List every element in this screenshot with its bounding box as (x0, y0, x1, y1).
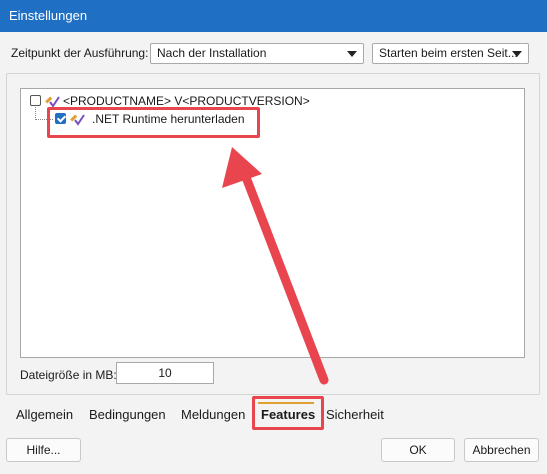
filesize-label: Dateigröße in MB: (20, 368, 117, 382)
execution-time-label: Zeitpunkt der Ausführung: (11, 46, 149, 60)
tab-sicherheit[interactable]: Sicherheit (326, 407, 384, 422)
tab-bedingungen[interactable]: Bedingungen (89, 407, 166, 422)
chevron-down-icon (512, 51, 522, 57)
chevron-down-icon (347, 51, 357, 57)
cancel-button[interactable]: Abbrechen (464, 438, 539, 462)
filesize-field[interactable]: 10 (116, 362, 214, 384)
highlight-box-feature (47, 107, 260, 138)
window-titlebar: Einstellungen (0, 0, 547, 32)
start-mode-select[interactable]: Starten beim ersten Seit... (372, 43, 529, 64)
start-mode-value: Starten beim ersten Seit... (379, 46, 518, 60)
help-button[interactable]: Hilfe... (6, 438, 81, 462)
tab-allgemein[interactable]: Allgemein (16, 407, 73, 422)
window-title: Einstellungen (9, 8, 88, 23)
root-checkbox[interactable] (30, 95, 41, 106)
highlight-box-tab (252, 396, 324, 430)
execution-time-value: Nach der Installation (157, 46, 267, 60)
tab-meldungen[interactable]: Meldungen (181, 407, 245, 422)
ok-button[interactable]: OK (381, 438, 455, 462)
execution-time-select[interactable]: Nach der Installation (150, 43, 364, 64)
